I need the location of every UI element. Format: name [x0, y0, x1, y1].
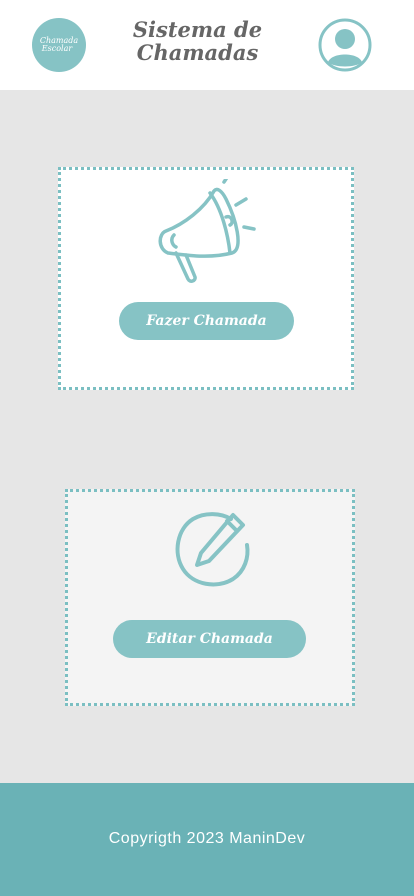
edit-call-card: Editar Chamada: [65, 489, 355, 706]
copyright-text: Copyrigth 2023 ManinDev: [108, 830, 306, 847]
logo-text-line2: Escolar: [41, 44, 73, 53]
pencil-circle-icon: [175, 512, 250, 587]
make-call-card: Fazer Chamada: [58, 167, 354, 390]
page-title: Sistema de Chamadas: [132, 17, 263, 65]
app-logo[interactable]: Chamada Escolar: [32, 18, 86, 72]
megaphone-icon: [158, 179, 256, 283]
user-avatar-icon[interactable]: [318, 18, 372, 72]
edit-call-button[interactable]: Editar Chamada: [113, 620, 306, 658]
header: Chamada Escolar Sistema de Chamadas: [0, 0, 414, 90]
make-call-button[interactable]: Fazer Chamada: [119, 302, 294, 340]
